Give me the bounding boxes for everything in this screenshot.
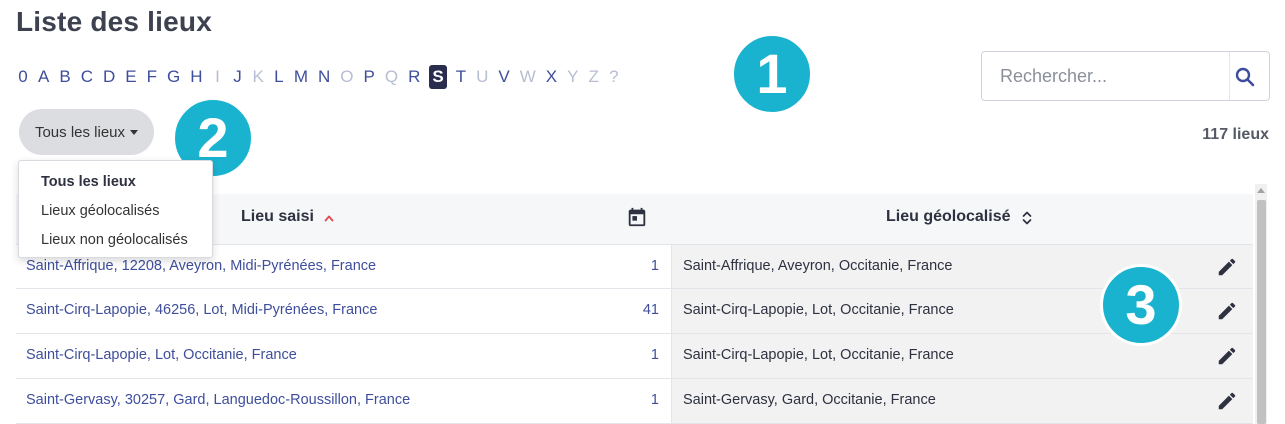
letter-0[interactable]: 0 <box>17 65 29 89</box>
alphabet-filter: 0 A B C D E F G H I J K L M N O P Q R S … <box>17 64 628 90</box>
pencil-icon[interactable] <box>1216 300 1238 322</box>
lieu-geolocalise-text: Saint-Gervasy, Gard, Occitanie, France <box>683 392 936 408</box>
geolocated-cell: Saint-Gervasy, Gard, Occitanie, France <box>671 379 1253 423</box>
letter-f[interactable]: F <box>146 65 158 89</box>
filter-dropdown-label: Tous les lieux <box>34 123 126 141</box>
letter-z: Z <box>588 67 599 86</box>
letter-c[interactable]: C <box>80 65 94 89</box>
letter-v[interactable]: V <box>497 65 510 89</box>
lieu-saisi-link[interactable]: Saint-Cirq-Lapopie, Lot, Occitanie, Fran… <box>26 347 297 363</box>
callout-badge-3: 3 <box>1100 264 1182 346</box>
letter-e[interactable]: E <box>124 65 137 89</box>
occurrence-count-link[interactable]: 41 <box>596 302 659 318</box>
search-divider <box>1229 52 1230 100</box>
letter-p[interactable]: P <box>363 65 376 89</box>
pencil-icon[interactable] <box>1216 345 1238 367</box>
lieu-geolocalise-text: Saint-Affrique, Aveyron, Occitanie, Fran… <box>683 258 953 274</box>
letter-h[interactable]: H <box>189 65 203 89</box>
sort-both-icon[interactable] <box>1022 210 1032 226</box>
pencil-icon[interactable] <box>1216 256 1238 278</box>
calendar-icon[interactable] <box>626 206 648 228</box>
lieu-geolocalise-text: Saint-Cirq-Lapopie, Lot, Occitanie, Fran… <box>683 302 954 318</box>
letter-o: O <box>340 67 354 86</box>
letter-x[interactable]: X <box>545 65 558 89</box>
page-title: Liste des lieux <box>16 6 212 37</box>
letter-question: ? <box>609 67 619 86</box>
scrollbar-up-arrow[interactable] <box>1257 188 1265 193</box>
filter-dropdown-menu: Tous les lieux Lieux géolocalisés Lieux … <box>18 160 213 258</box>
letter-m[interactable]: M <box>293 65 309 89</box>
letter-d[interactable]: D <box>102 65 116 89</box>
sort-up-icon[interactable] <box>324 214 334 222</box>
letter-s[interactable]: S <box>429 65 447 89</box>
lieu-saisi-link[interactable]: Saint-Cirq-Lapopie, 46256, Lot, Midi-Pyr… <box>26 302 377 318</box>
pencil-icon[interactable] <box>1216 390 1238 412</box>
menu-item-tous-les-lieux[interactable]: Tous les lieux <box>19 170 212 199</box>
table-row: Saint-Gervasy, 30257, Gard, Languedoc-Ro… <box>16 379 1253 424</box>
column-header-lieu-geolocalise[interactable]: Lieu géolocalisé <box>886 208 1010 226</box>
menu-item-lieux-geolocalises[interactable]: Lieux géolocalisés <box>19 199 212 228</box>
caret-down-icon <box>130 129 139 135</box>
letter-k: K <box>252 67 264 86</box>
occurrence-count-link[interactable]: 1 <box>596 392 659 408</box>
table-row: Saint-Cirq-Lapopie, 46256, Lot, Midi-Pyr… <box>16 289 1253 334</box>
column-header-lieu-saisi[interactable]: Lieu saisi <box>241 208 314 226</box>
lieu-saisi-link[interactable]: Saint-Affrique, 12208, Aveyron, Midi-Pyr… <box>26 258 376 274</box>
letter-q: Q <box>384 67 399 86</box>
search-input[interactable] <box>982 52 1228 100</box>
letter-b[interactable]: B <box>58 65 71 89</box>
places-count: 117 lieux <box>1202 126 1269 143</box>
filter-dropdown-button[interactable]: Tous les lieux <box>19 109 154 155</box>
letter-w: W <box>519 67 536 86</box>
letter-g[interactable]: G <box>166 65 181 89</box>
occurrence-count-link[interactable]: 1 <box>596 347 659 363</box>
letter-l[interactable]: L <box>273 65 285 89</box>
letter-u: U <box>476 67 489 86</box>
letter-i: I <box>215 67 220 86</box>
search-icon[interactable] <box>1233 65 1257 89</box>
scrollbar-thumb[interactable] <box>1257 200 1266 424</box>
lieu-saisi-link[interactable]: Saint-Gervasy, 30257, Gard, Languedoc-Ro… <box>26 392 410 408</box>
letter-r[interactable]: R <box>407 65 421 89</box>
occurrence-count-link[interactable]: 1 <box>596 258 659 274</box>
table-row: Saint-Cirq-Lapopie, Lot, Occitanie, Fran… <box>16 334 1253 379</box>
geolocated-cell: Saint-Cirq-Lapopie, Lot, Occitanie, Fran… <box>671 334 1253 378</box>
search-box <box>981 51 1270 101</box>
menu-item-lieux-non-geolocalises[interactable]: Lieux non géolocalisés <box>19 228 212 257</box>
lieu-geolocalise-text: Saint-Cirq-Lapopie, Lot, Occitanie, Fran… <box>683 347 954 363</box>
letter-n[interactable]: N <box>317 65 331 89</box>
letter-y: Y <box>567 67 579 86</box>
letter-a[interactable]: A <box>37 65 50 89</box>
callout-badge-1: 1 <box>731 33 813 115</box>
letter-t[interactable]: T <box>455 65 467 89</box>
letter-j[interactable]: J <box>232 65 244 89</box>
